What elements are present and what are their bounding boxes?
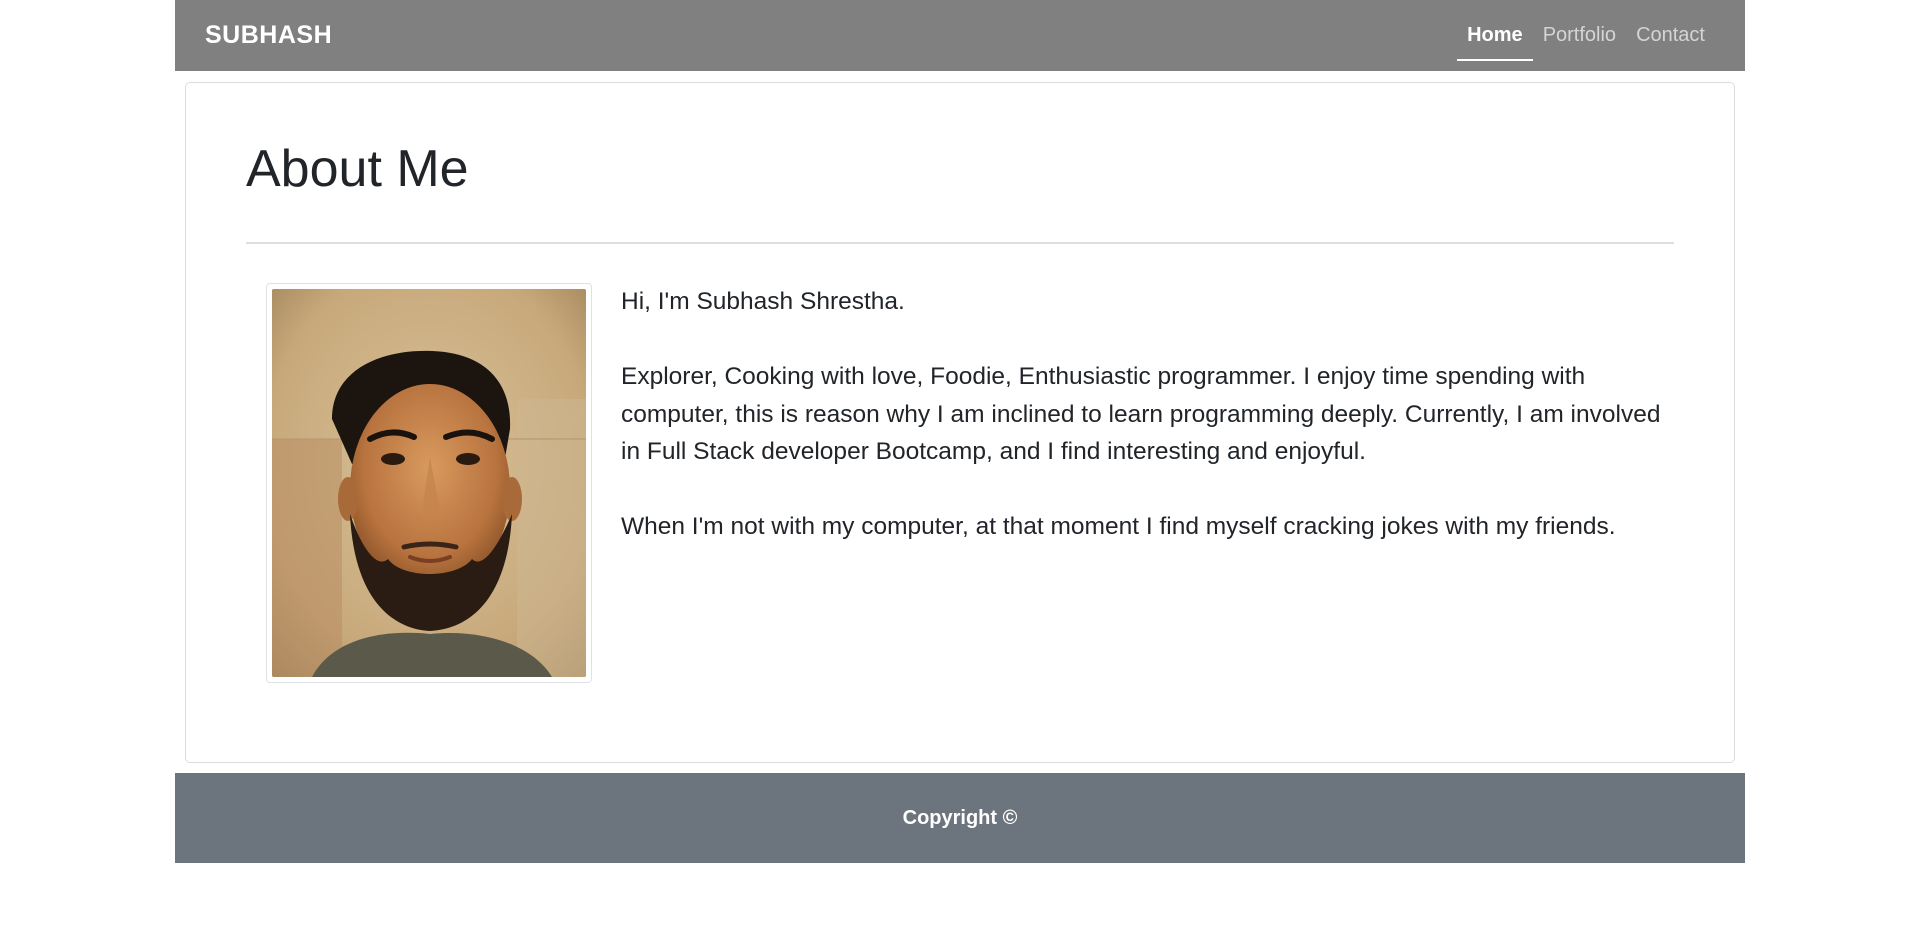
nav-link-portfolio[interactable]: Portfolio [1533, 0, 1626, 71]
footer: Copyright © [175, 773, 1745, 863]
bio-greeting: Hi, I'm Subhash Shrestha. [621, 288, 905, 315]
bio-hobbies: When I'm not with my computer, at that m… [621, 513, 1616, 540]
profile-photo-illustration [272, 289, 586, 677]
bio-text: Hi, I'm Subhash Shrestha. Explorer, Cook… [621, 283, 1666, 583]
page-title: About Me [246, 140, 469, 198]
title-divider [246, 242, 1674, 244]
profile-photo-frame [266, 283, 592, 683]
page: SUBHASH Home Portfolio Contact About Me [175, 0, 1745, 863]
navbar: SUBHASH Home Portfolio Contact [175, 0, 1745, 71]
nav-link-home[interactable]: Home [1457, 0, 1533, 71]
nav-links: Home Portfolio Contact [1457, 0, 1715, 71]
profile-photo [272, 289, 586, 677]
bio-description: Explorer, Cooking with love, Foodie, Ent… [621, 363, 1661, 465]
copyright-text: Copyright © [902, 806, 1018, 829]
brand-link[interactable]: SUBHASH [205, 21, 332, 50]
nav-link-contact[interactable]: Contact [1626, 0, 1715, 71]
about-card: About Me Hi, I'm Subhash Shrestha. Explo… [185, 82, 1735, 763]
